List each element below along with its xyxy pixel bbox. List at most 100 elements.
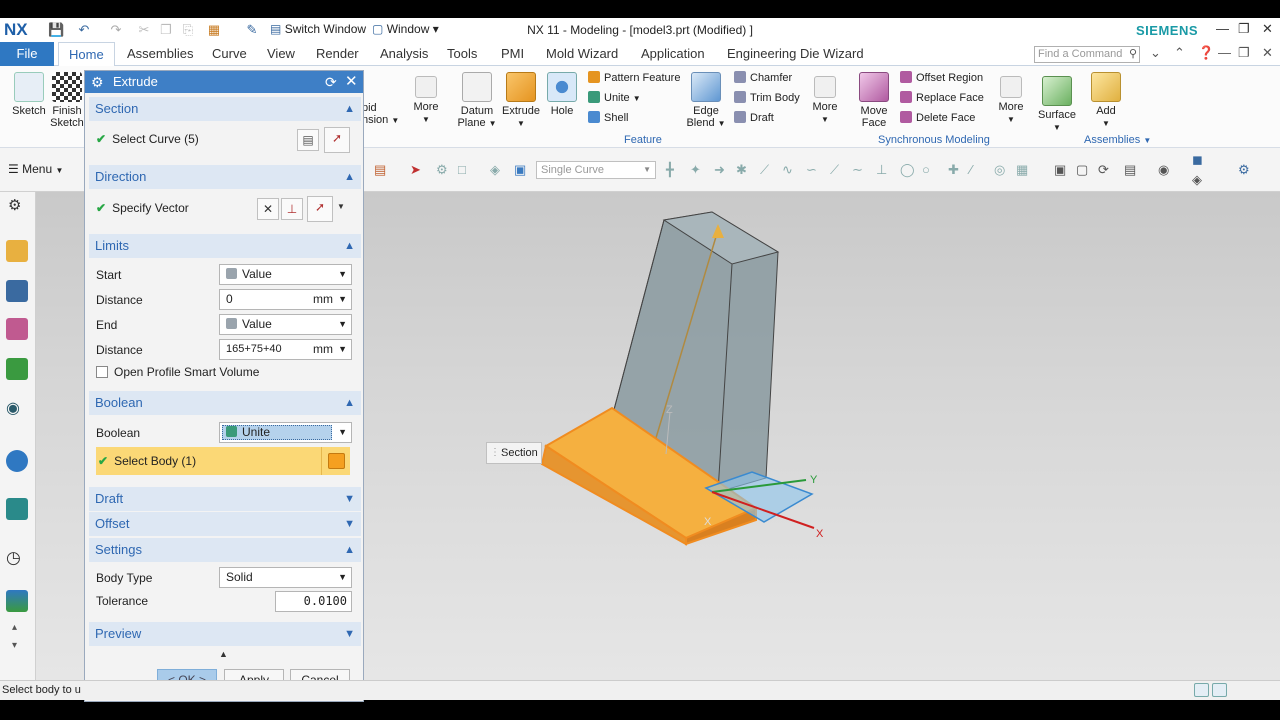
- web-browser-icon[interactable]: [6, 498, 28, 520]
- face-select-icon[interactable]: ▣: [514, 162, 526, 178]
- help-icon[interactable]: ❓: [1198, 45, 1214, 61]
- snap-tee-icon[interactable]: ⊥: [876, 162, 887, 178]
- tab-engineering-die-wizard[interactable]: Engineering Die Wizard: [727, 42, 864, 66]
- snap-diag-icon[interactable]: ⟋: [830, 162, 839, 178]
- display-icon[interactable]: ◼: [1192, 152, 1203, 168]
- minimize-icon[interactable]: —: [1216, 21, 1229, 36]
- open-profile-checkbox[interactable]: [96, 366, 108, 378]
- snap-grid-icon[interactable]: ▦: [1016, 162, 1028, 178]
- body-type-select[interactable]: Solid ▼: [219, 567, 352, 588]
- gear-icon[interactable]: ⚙: [91, 71, 104, 93]
- tab-assemblies[interactable]: Assemblies: [127, 42, 193, 66]
- rectangle-select-icon[interactable]: □: [458, 162, 466, 177]
- tolerance-input[interactable]: 0.0100: [275, 591, 352, 612]
- scroll-up-icon[interactable]: ▴: [12, 622, 17, 633]
- tab-tools[interactable]: Tools: [447, 42, 477, 66]
- move-face-button[interactable]: Move Face: [856, 72, 892, 129]
- snap-circle-icon[interactable]: ◯: [900, 162, 915, 178]
- full-screen-icon[interactable]: [1212, 683, 1227, 697]
- select-icon[interactable]: ➤: [410, 162, 421, 178]
- select-curve-row[interactable]: ✔ Select Curve (5): [96, 132, 199, 146]
- snap-plus-icon[interactable]: ✚: [948, 162, 959, 178]
- start-limit-select[interactable]: Value ▼: [219, 264, 352, 285]
- restore-icon[interactable]: ❐: [1238, 21, 1250, 37]
- limits-group-header[interactable]: Limits ▲: [89, 234, 361, 258]
- scroll-down-icon[interactable]: ▾: [12, 640, 17, 651]
- draft-button[interactable]: Draft: [734, 110, 774, 126]
- snap-s-icon[interactable]: ∽: [806, 162, 817, 178]
- minimize-doc-icon[interactable]: —: [1218, 45, 1231, 60]
- close-icon[interactable]: ✕: [345, 71, 358, 93]
- eye-icon[interactable]: ◉: [6, 398, 20, 418]
- trim-body-button[interactable]: Trim Body: [734, 90, 800, 106]
- open-profile-checkbox-row[interactable]: Open Profile Smart Volume: [96, 365, 259, 379]
- add-component-button[interactable]: Add ▼: [1088, 72, 1124, 130]
- snap-midpoint-icon[interactable]: ✦: [690, 162, 701, 178]
- tab-mold-wizard[interactable]: Mold Wizard: [546, 42, 618, 66]
- view-fit-icon[interactable]: ▣: [1054, 162, 1066, 178]
- work-layer-icon[interactable]: ⚙: [1238, 162, 1250, 178]
- snap-icon[interactable]: ▤: [374, 162, 386, 178]
- info-icon[interactable]: [6, 450, 28, 472]
- rapid-dimension-button[interactable]: pid nsion ▼: [362, 102, 402, 127]
- body-select-icon[interactable]: ◈: [490, 162, 500, 178]
- surface-button[interactable]: Surface ▼: [1036, 76, 1078, 134]
- draft-group-header[interactable]: Draft ▼: [89, 487, 361, 511]
- more-sync-button[interactable]: More ▼: [994, 72, 1028, 126]
- filter-icon[interactable]: ⚙: [436, 162, 448, 178]
- tab-file[interactable]: File: [0, 42, 54, 66]
- delete-face-button[interactable]: Delete Face: [900, 110, 975, 126]
- find-command-input[interactable]: Find a Command ⚲: [1034, 46, 1140, 63]
- zoom-icon[interactable]: ▢: [1076, 162, 1088, 178]
- orient-view-icon[interactable]: ▤: [1124, 162, 1136, 178]
- reuse-library-icon[interactable]: [6, 358, 28, 380]
- snap-slash-icon[interactable]: ∕: [970, 162, 972, 177]
- snap-curve-icon[interactable]: ∿: [782, 162, 793, 178]
- sketch-section-icon[interactable]: ▤: [297, 129, 319, 151]
- snap-wave-icon[interactable]: ∼: [852, 162, 863, 178]
- assembly-navigator-icon[interactable]: [6, 280, 28, 302]
- reset-icon[interactable]: ⟳: [325, 71, 337, 93]
- tab-curve[interactable]: Curve: [212, 42, 247, 66]
- pattern-feature-button[interactable]: Pattern Feature: [588, 70, 680, 86]
- snap-cross-icon[interactable]: ✱: [736, 162, 747, 178]
- direction-group-header[interactable]: Direction ▲: [89, 165, 361, 189]
- collapse-dialog-icon[interactable]: ▲: [219, 649, 228, 659]
- section-tag[interactable]: ⋮⋮ Section: [486, 442, 542, 464]
- section-group-header[interactable]: Section ▲: [89, 97, 361, 121]
- offset-region-button[interactable]: Offset Region: [900, 70, 983, 86]
- shell-button[interactable]: Shell: [588, 110, 628, 126]
- select-body-row[interactable]: ✔ Select Body (1): [96, 447, 350, 475]
- boolean-select[interactable]: Unite ▼: [219, 422, 352, 443]
- reverse-direction-icon[interactable]: ✕: [257, 198, 279, 220]
- datum-plane-button[interactable]: Datum Plane ▼: [456, 72, 498, 130]
- rotate-icon[interactable]: ⟳: [1098, 162, 1109, 178]
- roles-icon[interactable]: [6, 590, 28, 612]
- more-sketch-button[interactable]: More ▼: [408, 72, 444, 126]
- restore-doc-icon[interactable]: ❐: [1238, 45, 1250, 61]
- menu-button[interactable]: ☰ Menu ▼: [8, 162, 63, 176]
- inferred-vector-icon[interactable]: ➚: [307, 196, 333, 222]
- specify-vector-row[interactable]: ✔ Specify Vector: [96, 201, 189, 215]
- vector-dialog-icon[interactable]: ⊥: [281, 198, 303, 220]
- curve-select-icon[interactable]: ➚: [324, 127, 350, 153]
- edge-blend-button[interactable]: Edge Blend ▼: [686, 72, 726, 130]
- end-distance-input[interactable]: 165+75+40 mm ▼: [219, 339, 352, 360]
- extrude-button[interactable]: Extrude ▼: [500, 72, 542, 130]
- part-navigator-icon[interactable]: [6, 240, 28, 262]
- start-distance-input[interactable]: 0 mm ▼: [219, 289, 352, 310]
- chevron-down-icon[interactable]: ▼: [337, 202, 345, 211]
- selection-status-icon[interactable]: [1194, 683, 1209, 697]
- end-limit-select[interactable]: Value ▼: [219, 314, 352, 335]
- render-style-icon[interactable]: ◉: [1158, 162, 1169, 178]
- preview-group-header[interactable]: Preview ▼: [89, 622, 361, 646]
- settings-group-header[interactable]: Settings ▲: [89, 538, 361, 562]
- gear-icon[interactable]: ⚙: [8, 196, 21, 214]
- boolean-group-header[interactable]: Boolean ▲: [89, 391, 361, 415]
- replace-face-button[interactable]: Replace Face: [900, 90, 984, 106]
- snap-endpoint-icon[interactable]: ╋: [666, 162, 674, 178]
- tab-application[interactable]: Application: [641, 42, 705, 66]
- close-icon[interactable]: ✕: [1262, 21, 1273, 37]
- tab-render[interactable]: Render: [316, 42, 359, 66]
- constraint-navigator-icon[interactable]: [6, 318, 28, 340]
